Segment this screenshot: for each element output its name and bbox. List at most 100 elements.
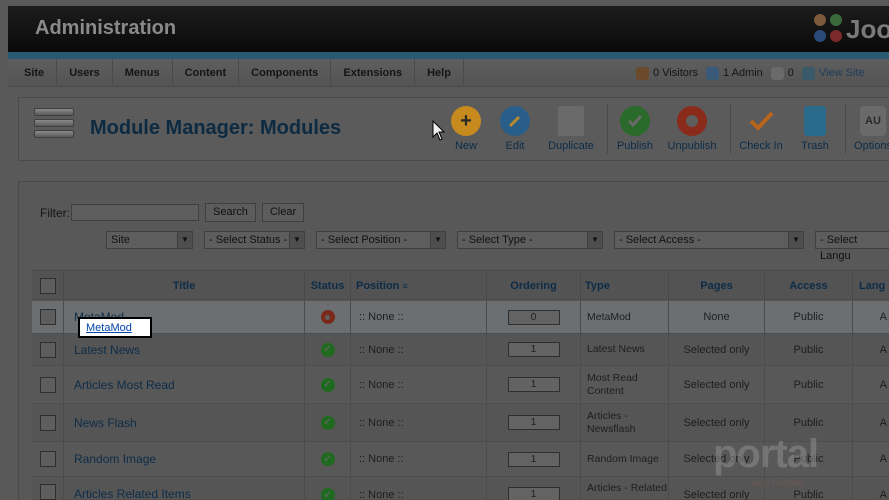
- options-button[interactable]: AU Options: [843, 106, 889, 152]
- ordering-input[interactable]: 1: [507, 487, 560, 500]
- checkin-icon: [746, 106, 776, 136]
- joomla-logo: Joo: [814, 12, 889, 46]
- visitors-icon: [636, 66, 649, 80]
- mouse-cursor-icon: [432, 120, 446, 141]
- menu-bar: Site Users Menus Content Components Exte…: [8, 59, 889, 87]
- position-select-value: - Select Position -: [321, 234, 408, 246]
- row-checkbox[interactable]: [39, 376, 56, 393]
- row-status[interactable]: ✓: [305, 366, 351, 403]
- chevron-down-icon: ▼: [587, 232, 602, 248]
- row-checkbox[interactable]: [39, 484, 56, 500]
- toolbar-panel: Module Manager: Modules + New Edit Dupli…: [18, 97, 889, 161]
- plus-icon: +: [451, 106, 481, 136]
- pages-column-header[interactable]: Pages: [669, 271, 765, 301]
- duplicate-button[interactable]: Duplicate: [541, 106, 601, 152]
- row-status[interactable]: [305, 301, 351, 333]
- logo-text: Joo: [846, 13, 889, 44]
- row-access[interactable]: Public: [765, 366, 853, 403]
- row-title[interactable]: Articles Most Read: [64, 366, 305, 403]
- metamod-link[interactable]: MetaMod: [86, 322, 132, 334]
- metamod-link-callout[interactable]: MetaMod: [78, 317, 152, 338]
- clear-button[interactable]: Clear: [261, 203, 305, 222]
- menu-site[interactable]: Site: [12, 59, 58, 87]
- published-check-icon: ✓: [320, 377, 335, 392]
- select-all-checkbox[interactable]: [39, 278, 56, 295]
- title-column-header[interactable]: Title: [64, 271, 305, 301]
- chevron-down-icon: ▼: [788, 232, 803, 248]
- type-column-header[interactable]: Type: [581, 271, 669, 301]
- ordering-input[interactable]: 1: [507, 415, 560, 430]
- filter-input[interactable]: [71, 204, 199, 221]
- row-status[interactable]: ✓: [305, 477, 351, 500]
- position-select[interactable]: - Select Position - ▼: [316, 231, 446, 249]
- language-select[interactable]: - Select Langu: [815, 231, 889, 262]
- row-position: :: None ::: [351, 477, 487, 500]
- status-select[interactable]: - Select Status - ▼: [204, 231, 305, 249]
- ordering-column-header[interactable]: Ordering: [487, 271, 581, 301]
- watermark-sub: web hosting: [751, 478, 805, 489]
- page-title: Module Manager: Modules: [90, 117, 342, 139]
- search-button[interactable]: Search: [205, 203, 256, 222]
- row-status[interactable]: ✓: [305, 404, 351, 441]
- trash-icon: [804, 106, 826, 136]
- admins-status: 1 Admin: [706, 66, 763, 80]
- new-label: New: [454, 140, 477, 152]
- row-checkbox[interactable]: [39, 341, 56, 358]
- visitors-count: 0 Visitors: [653, 67, 699, 79]
- menu-help[interactable]: Help: [415, 59, 464, 87]
- row-position: :: None ::: [351, 334, 487, 365]
- row-language: A: [879, 311, 887, 323]
- table-row[interactable]: Articles Most Read ✓ :: None :: 1 Most R…: [32, 366, 889, 404]
- row-title[interactable]: News Flash: [64, 404, 305, 441]
- visitors-status: 0 Visitors: [636, 66, 699, 80]
- position-column-header[interactable]: Position ≡: [351, 271, 487, 301]
- row-checkbox-cell: [32, 301, 64, 333]
- messages-status[interactable]: 0: [770, 66, 794, 80]
- language-column-header[interactable]: Lang: [853, 271, 889, 301]
- publish-button[interactable]: Publish: [605, 106, 665, 152]
- joomla-logo-icon: [814, 14, 844, 44]
- access-select[interactable]: - Select Access - ▼: [614, 231, 804, 249]
- row-status[interactable]: ✓: [305, 334, 351, 365]
- ordering-input[interactable]: 0: [507, 309, 560, 325]
- row-status[interactable]: ✓: [305, 442, 351, 476]
- menu-components[interactable]: Components: [239, 59, 332, 87]
- ordering-input[interactable]: 1: [507, 451, 560, 467]
- copy-icon: [558, 106, 584, 136]
- type-select[interactable]: - Select Type - ▼: [457, 231, 603, 249]
- menu-content[interactable]: Content: [173, 59, 240, 87]
- table-row[interactable]: Latest News ✓ :: None :: 1 Latest News S…: [32, 334, 889, 366]
- access-column-header[interactable]: Access: [765, 271, 853, 301]
- published-check-icon: ✓: [320, 342, 335, 357]
- table-row[interactable]: MetaMod :: None :: 0 MetaMod None Public…: [32, 301, 889, 334]
- row-access[interactable]: Public: [765, 334, 853, 365]
- portal-watermark: portal web hosting: [713, 432, 873, 492]
- header-divider: [8, 52, 889, 59]
- row-checkbox[interactable]: [39, 309, 56, 325]
- duplicate-label: Duplicate: [548, 140, 594, 152]
- status-select-value: - Select Status -: [209, 234, 288, 246]
- row-title[interactable]: Articles Related Items: [64, 477, 305, 500]
- row-checkbox[interactable]: [39, 414, 56, 431]
- row-title[interactable]: Random Image: [64, 442, 305, 476]
- row-checkbox[interactable]: [39, 451, 56, 467]
- trash-button[interactable]: Trash: [785, 106, 845, 152]
- mail-icon: [770, 66, 784, 80]
- edit-button[interactable]: Edit: [485, 106, 545, 152]
- row-access[interactable]: Public: [765, 301, 853, 333]
- check-in-button[interactable]: Check In: [731, 106, 791, 152]
- published-check-icon: ✓: [320, 452, 335, 466]
- menu-extensions[interactable]: Extensions: [331, 59, 416, 87]
- unpublish-button[interactable]: Unpublish: [662, 106, 722, 152]
- row-title[interactable]: Latest News: [64, 334, 305, 365]
- ordering-input[interactable]: 1: [507, 377, 560, 392]
- row-type: Articles - Newsflash: [581, 404, 669, 441]
- view-site-link[interactable]: View Site: [801, 66, 865, 80]
- module-manager-icon: [34, 108, 74, 150]
- status-column-header[interactable]: Status: [305, 271, 351, 301]
- site-select[interactable]: Site ▼: [106, 231, 193, 249]
- menu-users[interactable]: Users: [57, 59, 113, 87]
- menu-menus[interactable]: Menus: [113, 59, 173, 87]
- ordering-input[interactable]: 1: [507, 342, 560, 357]
- row-pages: None: [669, 301, 765, 333]
